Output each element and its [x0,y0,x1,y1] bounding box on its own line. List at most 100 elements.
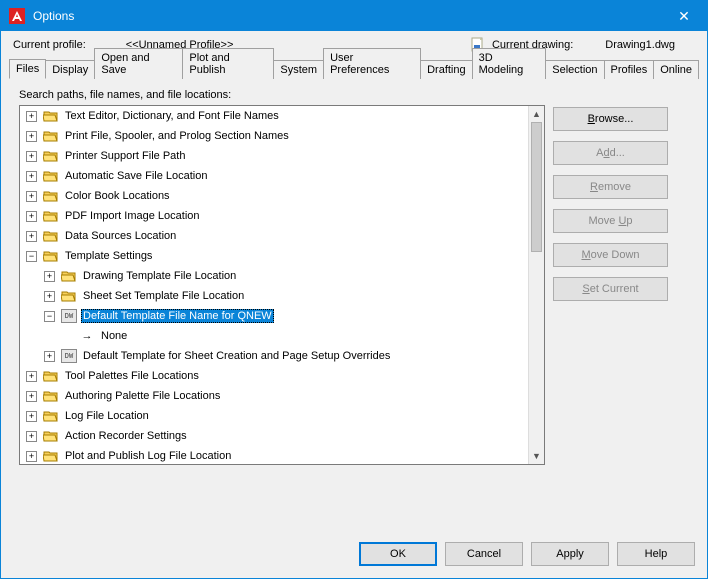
expand-toggle[interactable]: + [26,391,37,402]
options-dialog: Options ✕ Current profile: <<Unnamed Pro… [0,0,708,579]
side-buttons: Browse... Add... Remove Move Up Move Dow… [553,105,668,465]
tree-node-label: Action Recorder Settings [63,429,189,443]
tree-node-label: Default Template for Sheet Creation and … [81,349,392,363]
move-up-button[interactable]: Move Up [553,209,668,233]
folder-icon [61,269,77,283]
move-down-button[interactable]: Move Down [553,243,668,267]
tab-selection[interactable]: Selection [545,60,604,79]
expand-toggle[interactable]: − [26,251,37,262]
arrow-icon: → [79,329,95,343]
scroll-track[interactable] [529,122,544,448]
scroll-thumb[interactable] [531,122,542,252]
help-button[interactable]: Help [617,542,695,566]
expand-toggle[interactable]: + [26,411,37,422]
expand-toggle[interactable]: + [26,111,37,122]
tab-open-and-save[interactable]: Open and Save [94,48,183,79]
paths-tree[interactable]: + Text Editor, Dictionary, and Font File … [19,105,545,465]
tree-row[interactable]: + Automatic Save File Location [20,166,528,186]
tree-node-label: Color Book Locations [63,189,172,203]
tab-profiles[interactable]: Profiles [604,60,655,79]
tree-node-label: Tool Palettes File Locations [63,369,201,383]
expand-toggle[interactable]: + [26,231,37,242]
expand-toggle[interactable]: + [26,211,37,222]
tree-row[interactable]: + Log File Location [20,406,528,426]
tree-row[interactable]: + Printer Support File Path [20,146,528,166]
folder-icon [43,429,59,443]
tree-row[interactable]: + Action Recorder Settings [20,426,528,446]
browse-button[interactable]: Browse... [553,107,668,131]
tab-plot-and-publish[interactable]: Plot and Publish [182,48,274,79]
tree-row[interactable]: + Sheet Set Template File Location [20,286,528,306]
folder-icon [43,249,59,263]
tree-node-label: Log File Location [63,409,151,423]
tree-node-label: Authoring Palette File Locations [63,389,222,403]
folder-icon [43,369,59,383]
expand-toggle[interactable]: + [26,151,37,162]
tree-row[interactable]: + Print File, Spooler, and Prolog Section… [20,126,528,146]
tree-node-label: Sheet Set Template File Location [81,289,246,303]
folder-icon [61,289,77,303]
expand-toggle[interactable]: − [44,311,55,322]
tree-node-label: Printer Support File Path [63,149,187,163]
expand-toggle[interactable]: + [26,191,37,202]
folder-icon [43,229,59,243]
tree-row[interactable]: +Plot and Publish Log File Location [20,446,528,465]
tree-row[interactable]: + Data Sources Location [20,226,528,246]
close-icon: ✕ [678,8,690,25]
scrollbar[interactable]: ▲ ▼ [528,106,544,464]
tab-bar: FilesDisplayOpen and SavePlot and Publis… [9,57,699,79]
tab-online[interactable]: Online [653,60,699,79]
tree-node-label: None [99,329,129,343]
cancel-button[interactable]: Cancel [445,542,523,566]
add-button[interactable]: Add... [553,141,668,165]
set-current-button[interactable]: Set Current [553,277,668,301]
tree-node-label: Template Settings [63,249,154,263]
tree-node-label: Text Editor, Dictionary, and Font File N… [63,109,281,123]
tab-display[interactable]: Display [45,60,95,79]
dialog-buttons: OK Cancel Apply Help [1,534,707,578]
tree-row[interactable]: + Drawing Template File Location [20,266,528,286]
tab-3d-modeling[interactable]: 3D Modeling [472,48,547,79]
tree-row[interactable]: + Text Editor, Dictionary, and Font File … [20,106,528,126]
expand-toggle[interactable]: + [26,131,37,142]
tree-row[interactable]: + Authoring Palette File Locations [20,386,528,406]
tab-system[interactable]: System [273,60,324,79]
folder-icon [43,409,59,423]
close-button[interactable]: ✕ [661,1,707,31]
expand-toggle[interactable]: + [44,351,55,362]
tree-row[interactable]: −DWDefault Template File Name for QNEW [20,306,528,326]
tree-node-label: Drawing Template File Location [81,269,238,283]
folder-icon [43,449,59,463]
tree-node-label: Print File, Spooler, and Prolog Section … [63,129,291,143]
folder-icon [43,109,59,123]
drawing-value: Drawing1.dwg [605,39,675,51]
title-bar[interactable]: Options ✕ [1,1,707,31]
tree-row[interactable]: → None [20,326,528,346]
tree-node-label: Data Sources Location [63,229,178,243]
expand-toggle[interactable]: + [26,371,37,382]
tab-files[interactable]: Files [9,59,46,79]
app-icon [9,8,25,24]
expand-toggle[interactable]: + [26,171,37,182]
tree-node-label: Default Template File Name for QNEW [81,309,274,323]
folder-icon [43,149,59,163]
apply-button[interactable]: Apply [531,542,609,566]
expand-toggle[interactable]: + [44,291,55,302]
ok-button[interactable]: OK [359,542,437,566]
tree-node-label: Automatic Save File Location [63,169,209,183]
expand-toggle[interactable]: + [44,271,55,282]
expand-toggle[interactable]: + [26,431,37,442]
tree-node-label: PDF Import Image Location [63,209,202,223]
scroll-down-button[interactable]: ▼ [529,448,544,464]
tree-row[interactable]: − Template Settings [20,246,528,266]
remove-button[interactable]: Remove [553,175,668,199]
tab-drafting[interactable]: Drafting [420,60,473,79]
tab-user-preferences[interactable]: User Preferences [323,48,421,79]
tree-row[interactable]: + Color Book Locations [20,186,528,206]
folder-icon [43,389,59,403]
scroll-up-button[interactable]: ▲ [529,106,544,122]
tree-row[interactable]: +DWDefault Template for Sheet Creation a… [20,346,528,366]
expand-toggle[interactable]: + [26,451,37,462]
tree-row[interactable]: + Tool Palettes File Locations [20,366,528,386]
tree-row[interactable]: + PDF Import Image Location [20,206,528,226]
